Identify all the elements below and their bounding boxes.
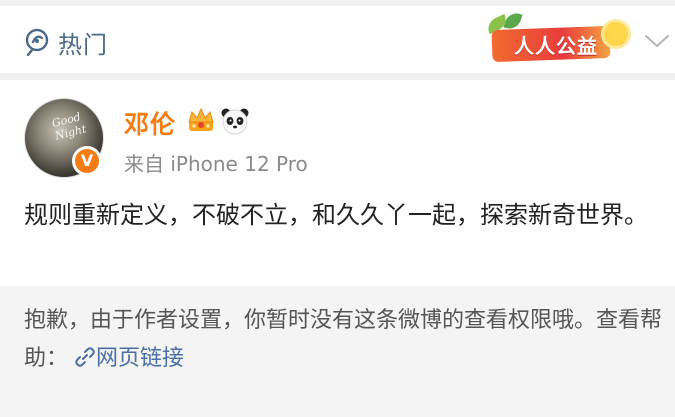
crown-icon[interactable] <box>186 106 216 134</box>
charity-badge-label: 人人公益 <box>514 34 598 58</box>
hot-location-icon <box>25 28 49 56</box>
verified-badge: V <box>72 146 102 176</box>
charity-badge[interactable]: 人人公益 <box>484 10 636 70</box>
post-content: 规则重新定义，不破不立，和久久丫一起，探索新奇世界。 <box>24 201 648 229</box>
sun-icon <box>604 22 628 46</box>
panda-icon[interactable] <box>220 106 250 136</box>
hot-label[interactable]: 热门 <box>58 25 108 60</box>
permission-notice: 抱歉，由于作者设置，你暂时没有这条微博的查看权限哦。查看帮助： 网页链接 <box>0 286 675 417</box>
post-source: 来自 iPhone 12 Pro <box>124 152 308 176</box>
chevron-down-icon[interactable] <box>644 34 670 48</box>
avatar-script-text: Good Night <box>50 110 88 143</box>
weibo-post: Good Night V 邓伦 来自 iPhone 12 Pro 规则重新定义，… <box>0 80 675 286</box>
author-name[interactable]: 邓伦 <box>124 105 176 141</box>
hot-header: 热门 人人公益 <box>0 6 675 74</box>
web-link[interactable]: 网页链接 <box>96 346 184 371</box>
notice-text-block: 抱歉，由于作者设置，你暂时没有这条微博的查看权限哦。查看帮助： 网页链接 <box>24 302 664 378</box>
link-icon <box>75 347 95 367</box>
